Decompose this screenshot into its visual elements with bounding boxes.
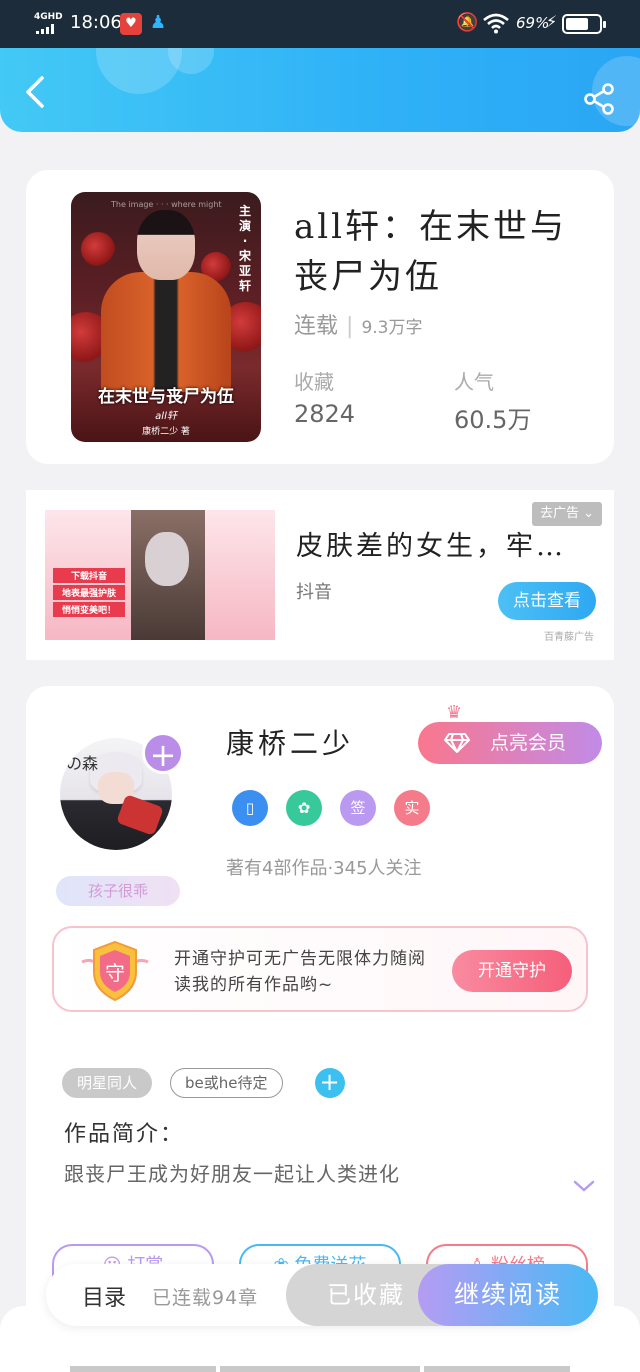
ad-sticker: 悄悄变美吧！ [53,602,125,617]
qq-penguin-icon: ♟ [150,12,167,33]
ad-sticker: 地表最强护肤 [53,585,125,600]
share-icon [584,83,614,115]
intro-text: 跟丧尸王成为好朋友一起让人类进化 [64,1162,400,1186]
divider [424,1366,570,1372]
intro-label: 作品简介： [64,1122,185,1147]
separator: | [346,314,354,339]
book-info-card: The image · · · where might 主演·宋亚轩 在末世与丧… [26,170,614,464]
author-name[interactable]: 康桥二少 [226,722,354,762]
favorites-value: 2824 [294,400,356,428]
divider [220,1366,420,1372]
tag-item[interactable]: be或he待定 [170,1068,283,1098]
chevron-left-icon [26,76,44,108]
author-badges: ▯ ✿ 签 实 [232,790,430,826]
guard-text: 开通守护可无广告无限体力随阅读我的所有作品哟~ [174,949,426,995]
ad-image[interactable]: 下载抖音 地表最强护肤 悄悄变美吧！ [45,510,275,640]
favorites-label: 收藏 [294,370,334,394]
share-button[interactable] [582,82,616,116]
ad-card[interactable]: 下载抖音 地表最强护肤 悄悄变美吧！ 皮肤差的女生，牢… 抖音 去广告 ⌄ 点击… [26,490,614,660]
avatar-mark: の森 [66,754,99,773]
popularity-value: 60.5万 [454,406,532,434]
author-stats: 著有4部作品·345人关注 [226,858,422,879]
guard-badge-char: 守 [105,961,125,985]
remove-ad-button[interactable]: 去广告 ⌄ [532,502,603,526]
chevron-down-icon: ⌄ [583,506,595,521]
back-button[interactable] [20,72,50,112]
word-count: 9.3万字 [361,318,423,338]
chapter-count: 已连载94章 [152,1287,259,1309]
wifi-icon [482,12,510,39]
cover-subtitle: all轩 [155,411,177,422]
top-navigation-bar [0,48,640,132]
red-heart-app-icon: ♥ [120,13,142,35]
network-type: 4GHD [34,12,63,22]
ad-source: 抖音 [296,582,332,603]
status-bar: 4GHD 18:06 ♥ ♟ 🔕 69% ⚡ [0,0,640,48]
mute-icon: 🔕 [456,12,479,33]
author-card: の森 + 孩子很乖 康桥二少 ♛ 点亮会员 ▯ ✿ 签 实 著有4部作品·345… [26,686,614,1326]
book-cover[interactable]: The image · · · where might 主演·宋亚轩 在末世与丧… [71,192,261,442]
verified-badge-icon[interactable]: 实 [394,790,430,826]
plus-icon: + [319,1068,340,1096]
battery-icon [562,14,606,34]
sign-badge-icon[interactable]: 签 [340,790,376,826]
vip-button-label: 点亮会员 [490,732,567,754]
toc-button[interactable]: 目录 [82,1280,126,1312]
ad-provider-note: 百青藤广告 [544,632,594,643]
popularity-label: 人气 [454,370,494,394]
phone-badge-icon[interactable]: ▯ [232,790,268,826]
crown-icon: ♛ [446,702,463,723]
continue-reading-button[interactable]: 继续阅读 [418,1264,598,1326]
ad-sticker: 下载抖音 [53,568,125,583]
expand-intro-button[interactable] [572,1176,596,1196]
signal-icon [36,24,60,34]
cover-top-text: The image · · · where might [111,200,222,209]
book-title: all轩：在末世与丧尸为伍 [294,207,568,297]
follow-button[interactable]: + [142,732,184,774]
chevron-down-icon [573,1180,595,1192]
bottom-action-bar: 目录 已连载94章 已收藏 继续阅读 [46,1264,598,1326]
cover-title: 在末世与丧尸为伍 [98,387,234,407]
battery-percent: 69% [516,14,550,32]
diamond-icon [444,733,470,753]
cover-side-text: 主演·宋亚轩 [238,204,251,293]
clock: 18:06 [70,12,122,33]
book-status-line: 连载 | 9.3万字 [294,308,422,340]
tag-item[interactable]: 明星同人 [62,1068,153,1098]
guard-button[interactable]: 开通守护 [452,950,572,992]
cover-author: 康桥二少 著 [142,427,190,437]
add-tag-button[interactable]: + [314,1068,345,1098]
ad-title[interactable]: 皮肤差的女生，牢… [296,524,566,563]
charging-icon: ⚡ [546,12,558,31]
handshake-badge-icon[interactable]: ✿ [286,790,322,826]
remove-ad-label: 去广告 [540,506,580,521]
plus-icon: + [149,736,177,774]
ad-view-button[interactable]: 点击查看 [498,582,596,620]
serial-status: 连载 [294,314,339,339]
guard-shield-icon: 守 [81,940,149,1002]
vip-button[interactable]: 点亮会员 [418,722,602,764]
divider [70,1366,216,1372]
guard-promo: 守 开通守护可无广告无限体力随阅读我的所有作品哟~ 开通守护 [52,926,588,1012]
tag-list: 明星同人 be或he待定 + [62,1068,345,1098]
nickname-badge: 孩子很乖 [56,876,180,906]
